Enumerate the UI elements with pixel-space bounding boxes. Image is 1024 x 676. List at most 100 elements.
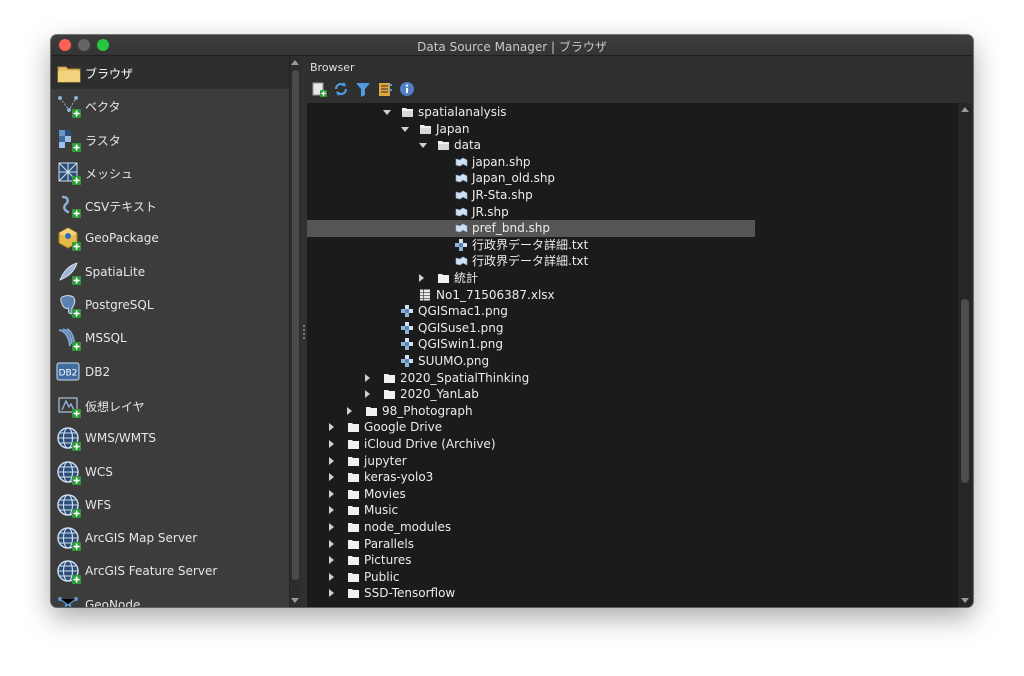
raster-layer-icon — [455, 238, 468, 251]
folder-icon — [347, 471, 360, 483]
collapsed-arrow-icon[interactable] — [419, 274, 424, 282]
collapsed-arrow-icon[interactable] — [329, 572, 334, 581]
tree-row[interactable]: 2020_YanLab — [307, 386, 755, 403]
info-button[interactable] — [398, 80, 416, 98]
expanded-arrow-icon[interactable] — [419, 143, 427, 149]
tree-row[interactable]: QGISmac1.png — [307, 303, 755, 320]
browser-tree-scrollbar[interactable] — [957, 103, 972, 607]
collapsed-arrow-icon[interactable] — [329, 523, 334, 531]
collapsed-arrow-icon[interactable] — [329, 489, 334, 498]
sidebar-scroll-thumb[interactable] — [292, 70, 299, 580]
add-selected-button[interactable] — [310, 80, 328, 98]
tree-row[interactable]: data — [307, 137, 755, 154]
collapsed-arrow-icon[interactable] — [365, 390, 370, 399]
tree-row[interactable]: JR-Sta.shp — [307, 187, 755, 204]
sidebar-item-label: 仮想レイヤ — [85, 399, 145, 414]
mssql-icon — [56, 326, 82, 352]
sidebar-item-geonode[interactable]: GeoNode — [51, 589, 289, 607]
collapse-all-button[interactable] — [376, 80, 394, 98]
tree-row[interactable]: jupyter — [307, 453, 755, 470]
tree-row[interactable]: QGISuse1.png — [307, 320, 755, 337]
sidebar-item-spatialite[interactable]: SpatiaLite — [51, 256, 289, 289]
collapsed-arrow-icon[interactable] — [329, 556, 334, 565]
sidebar-item-csv[interactable]: CSVテキスト — [51, 189, 289, 222]
scroll-up-arrow-icon[interactable] — [291, 60, 299, 65]
sidebar-item-wfs[interactable]: WFS — [51, 489, 289, 522]
tree-row[interactable]: 2020_SpatialThinking — [307, 370, 755, 387]
refresh-button[interactable] — [332, 80, 350, 98]
scroll-up-arrow-icon[interactable] — [961, 107, 969, 112]
tree-row-label: spatialanalysis — [418, 105, 507, 119]
sidebar-item-label: MSSQL — [85, 331, 127, 346]
tree-row[interactable]: Google Drive — [307, 419, 755, 436]
sidebar-item-item-10[interactable]: 仮想レイヤ — [51, 389, 289, 422]
sidebar-item-arcgis-map-server[interactable]: ArcGIS Map Server — [51, 522, 289, 555]
tree-row[interactable]: SUUMO.png — [307, 353, 755, 370]
sidebar-item-item-2[interactable]: ラスタ — [51, 123, 289, 156]
collapsed-arrow-icon[interactable] — [329, 473, 334, 482]
geonode-icon — [56, 593, 82, 607]
collapsed-arrow-icon[interactable] — [329, 440, 334, 448]
sidebar-item-db2[interactable]: DB2 DB2 — [51, 356, 289, 389]
tree-scroll-thumb[interactable] — [961, 299, 969, 483]
collapsed-arrow-icon[interactable] — [347, 406, 352, 415]
tree-row[interactable]: QGISwin1.png — [307, 336, 755, 353]
sidebar-item-mssql[interactable]: MSSQL — [51, 322, 289, 355]
arcgis-map-globe-icon — [56, 526, 82, 552]
tree-row[interactable]: Pictures — [307, 552, 755, 569]
sidebar-item-item-3[interactable]: メッシュ — [51, 156, 289, 189]
collapsed-arrow-icon[interactable] — [329, 456, 334, 465]
expanded-arrow-icon[interactable] — [383, 110, 391, 115]
scroll-down-arrow-icon[interactable] — [961, 598, 969, 603]
title-bar: Data Source Manager | ブラウザ — [51, 35, 973, 56]
tree-row-label: QGISuse1.png — [418, 320, 504, 335]
collapsed-arrow-icon[interactable] — [329, 539, 334, 548]
collapsed-arrow-icon[interactable] — [329, 423, 334, 432]
tree-row[interactable]: japan.shp — [307, 154, 755, 171]
tree-row[interactable]: pref_bnd.shp — [307, 220, 755, 237]
sidebar-item-item-1[interactable]: ベクタ — [51, 89, 289, 122]
folder-open-icon — [401, 106, 414, 118]
folder-icon — [347, 538, 360, 550]
collapsed-arrow-icon[interactable] — [365, 373, 370, 382]
source-type-sidebar: ブラウザ ベクタ ラスタ メッシュ CSVテキスト GeoPackage SpatiaLit… — [51, 56, 289, 607]
wcs-globe-icon — [56, 460, 82, 486]
sidebar-item-wcs[interactable]: WCS — [51, 456, 289, 489]
sidebar-item-geopackage[interactable]: GeoPackage — [51, 222, 289, 255]
tree-row[interactable]: 98_Photograph — [307, 403, 755, 420]
tree-row[interactable]: Music — [307, 502, 755, 519]
sidebar-scrollbar[interactable] — [289, 56, 301, 607]
tree-row[interactable]: 行政界データ詳細.txt — [307, 253, 755, 270]
tree-row[interactable]: JR.shp — [307, 204, 755, 221]
tree-row[interactable]: No1_71506387.xlsx — [307, 287, 755, 304]
folder-icon — [347, 421, 360, 433]
tree-row-label: QGISmac1.png — [418, 304, 508, 319]
tree-row[interactable]: Movies — [307, 486, 755, 503]
tree-row[interactable]: iCloud Drive (Archive) — [307, 436, 755, 453]
expanded-arrow-icon[interactable] — [401, 126, 409, 132]
tree-row-label: SSD-Tensorflow — [364, 586, 456, 601]
collapsed-arrow-icon[interactable] — [329, 589, 334, 598]
tree-row[interactable]: spatialanalysis — [307, 104, 755, 121]
sidebar-item-postgresql[interactable]: PostgreSQL — [51, 289, 289, 322]
tree-row[interactable]: Japan — [307, 121, 755, 138]
folder-icon — [347, 504, 360, 516]
tree-row[interactable]: Public — [307, 569, 755, 586]
scroll-down-arrow-icon[interactable] — [291, 598, 299, 603]
tree-row[interactable]: Parallels — [307, 536, 755, 553]
sidebar-item-wms-wmts[interactable]: WMS/WMTS — [51, 422, 289, 455]
tree-row[interactable]: SSD-Tensorflow — [307, 585, 755, 602]
tree-row[interactable]: 統計 — [307, 270, 755, 287]
collapsed-arrow-icon[interactable] — [329, 506, 334, 515]
tree-row[interactable]: node_modules — [307, 519, 755, 536]
tree-row-label: 行政界データ詳細.txt — [472, 254, 589, 269]
sidebar-item-arcgis-feature-server[interactable]: ArcGIS Feature Server — [51, 555, 289, 588]
filter-button[interactable] — [354, 80, 372, 98]
tree-row-label: Movies — [364, 486, 406, 501]
tree-row[interactable]: 行政界データ詳細.txt — [307, 237, 755, 254]
tree-row-label: 統計 — [454, 271, 479, 285]
sidebar-item-item-0[interactable]: ブラウザ — [51, 56, 289, 90]
tree-row[interactable]: keras-yolo3 — [307, 469, 755, 486]
tree-row[interactable]: Japan_old.shp — [307, 170, 755, 187]
tree-row-label: 行政界データ詳細.txt — [472, 237, 589, 252]
